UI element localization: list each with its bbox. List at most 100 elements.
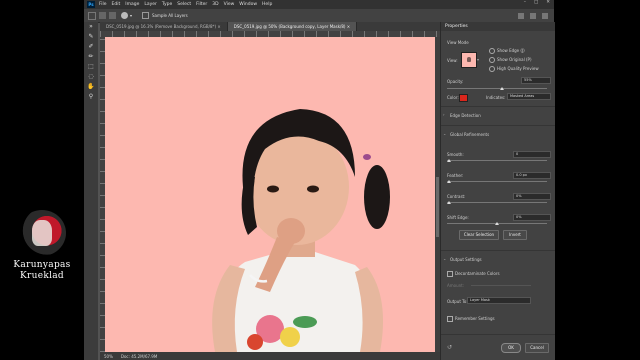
menu-type[interactable]: Type bbox=[162, 2, 172, 7]
move-tool-icon[interactable]: » bbox=[84, 22, 98, 32]
invert-button[interactable]: Invert bbox=[503, 230, 527, 240]
view-mode-thumbnail[interactable] bbox=[461, 52, 477, 68]
amount-slider[interactable] bbox=[471, 285, 531, 286]
menu-select[interactable]: Select bbox=[177, 2, 191, 7]
shift-edge-field[interactable]: 0% bbox=[513, 214, 551, 221]
edge-detection-chevron-icon[interactable]: › bbox=[443, 112, 445, 117]
divider bbox=[441, 250, 555, 251]
tab-document-1[interactable]: DSC_0519.jpg @ 16.3% (Remove Background,… bbox=[100, 22, 228, 31]
share-icon[interactable] bbox=[542, 12, 548, 19]
options-right-icons bbox=[518, 12, 548, 19]
feather-field[interactable]: 0.0 px bbox=[513, 172, 551, 179]
watermark-line2: Krueklad bbox=[19, 271, 64, 281]
sample-all-layers-checkbox[interactable] bbox=[142, 12, 150, 19]
opacity-slider-knob[interactable] bbox=[500, 87, 504, 90]
high-quality-preview-radio[interactable] bbox=[489, 66, 495, 72]
menu-filter[interactable]: Filter bbox=[196, 2, 207, 7]
feather-label: Feather: bbox=[447, 173, 464, 178]
feather-slider[interactable] bbox=[447, 180, 547, 183]
search-icon[interactable] bbox=[518, 12, 524, 19]
color-label: Color: bbox=[447, 95, 459, 100]
contrast-field[interactable]: 0% bbox=[513, 193, 551, 200]
decontaminate-checkbox[interactable] bbox=[447, 271, 453, 277]
object-selection-tool-icon[interactable]: ⬚ bbox=[84, 62, 98, 72]
workspace-icon[interactable] bbox=[530, 12, 536, 19]
smooth-slider[interactable] bbox=[447, 159, 547, 162]
output-to-dropdown[interactable]: Layer Mask bbox=[467, 297, 531, 304]
show-original-option[interactable]: Show Original (P) bbox=[489, 57, 532, 63]
menu-help[interactable]: Help bbox=[262, 2, 272, 7]
smooth-slider-knob[interactable] bbox=[447, 159, 451, 162]
menu-window[interactable]: Window bbox=[239, 2, 257, 7]
amount-label: Amount: bbox=[447, 283, 465, 288]
maximize-icon[interactable]: □ bbox=[534, 0, 538, 5]
output-settings-section[interactable]: Output Settings bbox=[450, 257, 482, 262]
global-refinements-chevron-icon[interactable]: ⌄ bbox=[443, 131, 446, 136]
remember-settings-option[interactable]: Remember Settings bbox=[447, 316, 495, 322]
brush-tool-icon[interactable]: ✏ bbox=[84, 52, 98, 62]
clear-selection-button[interactable]: Clear Selection bbox=[459, 230, 499, 240]
view-mode-chevron-icon[interactable]: ▾ bbox=[477, 57, 479, 62]
high-quality-preview-label: High Quality Preview bbox=[497, 66, 539, 71]
remember-settings-checkbox[interactable] bbox=[447, 316, 453, 322]
remember-settings-label: Remember Settings bbox=[455, 316, 495, 321]
opacity-field[interactable]: 55% bbox=[521, 77, 551, 84]
contrast-slider-knob[interactable] bbox=[447, 201, 451, 204]
divider bbox=[441, 334, 555, 335]
indicates-dropdown[interactable]: Masked Areas bbox=[507, 93, 551, 100]
show-edge-radio[interactable] bbox=[489, 48, 495, 54]
status-bar: 50% Doc: 45.2M/67.9M bbox=[100, 352, 440, 360]
child-photo-illustration bbox=[212, 109, 390, 352]
close-icon[interactable]: ✕ bbox=[546, 0, 550, 5]
opacity-label: Opacity: bbox=[447, 79, 464, 84]
shift-edge-slider[interactable] bbox=[447, 222, 547, 225]
global-refinements-section[interactable]: Global Refinements bbox=[450, 132, 489, 137]
output-settings-chevron-icon[interactable]: ⌄ bbox=[443, 256, 446, 261]
lasso-tool-icon[interactable]: ◌ bbox=[84, 72, 98, 82]
opacity-slider[interactable] bbox=[447, 87, 547, 90]
zoom-level: 50% bbox=[104, 353, 113, 359]
feather-slider-knob[interactable] bbox=[447, 180, 451, 183]
add-mode-icon[interactable] bbox=[99, 12, 106, 19]
divider bbox=[441, 125, 555, 126]
menu-bar: Ps File Edit Image Layer Type Select Fil… bbox=[84, 0, 554, 9]
properties-panel: Properties View Mode View: ▾ Show Edge (… bbox=[440, 22, 555, 360]
contrast-slider[interactable] bbox=[447, 201, 547, 204]
refine-edge-brush-icon[interactable]: ✐ bbox=[84, 42, 98, 52]
window-controls: – □ ✕ bbox=[524, 0, 550, 5]
shift-edge-slider-knob[interactable] bbox=[495, 222, 499, 225]
menu-3d[interactable]: 3D bbox=[212, 2, 218, 7]
high-quality-preview-option[interactable]: High Quality Preview bbox=[489, 66, 539, 72]
watermark-logo bbox=[18, 210, 66, 256]
brush-size-icon[interactable] bbox=[121, 12, 128, 19]
scrollbar-thumb[interactable] bbox=[436, 177, 439, 237]
ok-button[interactable]: OK bbox=[501, 343, 521, 353]
minimize-icon[interactable]: – bbox=[524, 0, 526, 5]
tool-preset-icon[interactable] bbox=[88, 11, 96, 20]
edge-detection-section[interactable]: Edge Detection bbox=[450, 113, 481, 118]
photoshop-window: Ps File Edit Image Layer Type Select Fil… bbox=[84, 0, 555, 360]
menu-layer[interactable]: Layer bbox=[144, 2, 157, 7]
watermark-line1: Karunyapas bbox=[13, 260, 71, 270]
brush-size-chevron-icon[interactable]: ▾ bbox=[130, 13, 132, 18]
menu-file[interactable]: File bbox=[99, 2, 107, 7]
smooth-field[interactable]: 0 bbox=[513, 151, 551, 158]
quick-selection-tool-icon[interactable]: ✎ bbox=[84, 32, 98, 42]
reset-icon[interactable]: ↺ bbox=[447, 344, 452, 351]
properties-title: Properties bbox=[441, 22, 555, 31]
show-original-radio[interactable] bbox=[489, 57, 495, 63]
overlay-color-swatch[interactable] bbox=[459, 94, 468, 102]
show-edge-option[interactable]: Show Edge (J) bbox=[489, 48, 525, 54]
tab-document-2[interactable]: DSC_0519.jpg @ 50% (Background copy, Lay… bbox=[227, 22, 358, 31]
cancel-button[interactable]: Cancel bbox=[525, 343, 549, 353]
canvas-area[interactable] bbox=[105, 37, 435, 352]
subtract-mode-icon[interactable] bbox=[109, 12, 116, 19]
zoom-tool-icon[interactable]: ⚲ bbox=[84, 92, 98, 102]
menu-view[interactable]: View bbox=[224, 2, 235, 7]
menu-edit[interactable]: Edit bbox=[112, 2, 121, 7]
document-tabs: DSC_0519.jpg @ 16.3% (Remove Background,… bbox=[100, 22, 440, 31]
menu-image[interactable]: Image bbox=[125, 2, 139, 7]
hand-tool-icon[interactable]: ✋ bbox=[84, 82, 98, 92]
decontaminate-option[interactable]: Decontaminate Colors bbox=[447, 271, 500, 277]
contrast-label: Contrast: bbox=[447, 194, 466, 199]
